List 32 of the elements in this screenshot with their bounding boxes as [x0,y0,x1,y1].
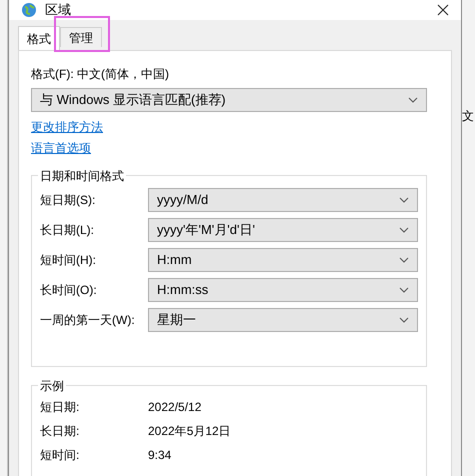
close-icon[interactable] [437,4,449,16]
chevron-down-icon [399,196,409,202]
background-text: 文 [462,109,474,123]
field-label: 短时间(H): [40,252,97,268]
dropdown[interactable]: yyyy'年'M'月'd'日' [148,218,418,242]
tab[interactable]: 管理 [60,27,102,47]
dropdown[interactable]: H:mm:ss [148,278,418,302]
example-label: 长日期: [40,422,80,440]
link[interactable]: 更改排序方法 [31,118,103,136]
chevron-down-icon [408,96,418,102]
example-value: 2022/5/12 [148,398,202,416]
field-label: 短日期(S): [40,192,96,208]
link[interactable]: 语言首选项 [31,138,91,156]
window-title: 区域 [45,1,72,19]
chevron-down-icon [399,316,409,322]
example-value: 2022年5月12日 [148,422,231,440]
format-label: 格式(F): 中文(简体，中国) [31,66,170,82]
chevron-down-icon [399,226,409,232]
example-value: 9:34 [148,446,172,464]
field-label: 长日期(L): [40,222,95,238]
dropdown[interactable]: 星期一 [148,308,418,332]
dropdown[interactable]: H:mm [148,248,418,272]
chevron-down-icon [399,256,409,262]
tab[interactable]: 格式 [18,26,60,50]
field-label: 一周的第一天(W): [40,312,136,328]
globe-icon [21,2,37,18]
field-label: 长时间(O): [40,282,98,298]
dropdown[interactable]: 与 Windows 显示语言匹配(推荐) [31,88,427,112]
dropdown[interactable]: yyyy/M/d [148,188,418,212]
example-label: 短时间: [40,446,80,464]
chevron-down-icon [399,286,409,292]
example-label: 短日期: [40,398,80,416]
